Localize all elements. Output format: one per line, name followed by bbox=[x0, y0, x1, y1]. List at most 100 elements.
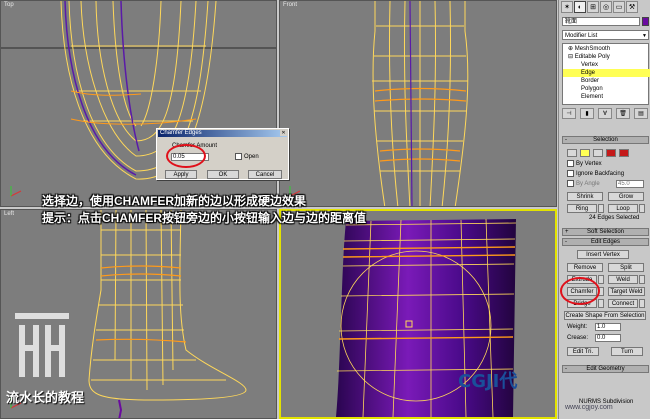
crease-input[interactable]: 0.0 bbox=[595, 334, 621, 342]
stack-item-label: Element bbox=[581, 94, 604, 100]
minus-icon: - bbox=[565, 239, 567, 245]
soft-selection-rollout-header[interactable]: + Soft Selection bbox=[562, 228, 649, 236]
by-angle-checkbox[interactable]: By Angle bbox=[567, 180, 600, 188]
edit-edges-rollout-header[interactable]: - Edit Edges bbox=[562, 238, 649, 246]
close-icon[interactable]: ✕ bbox=[280, 130, 287, 136]
border-mode-icon[interactable] bbox=[593, 149, 603, 157]
cancel-button[interactable]: Cancel bbox=[248, 170, 282, 179]
remove-modifier-icon[interactable]: 🗑 bbox=[616, 108, 630, 119]
checkbox-icon[interactable] bbox=[235, 153, 242, 160]
annotation-line-1: 选择边，使用CHAMFER加新的边以形成硬边效果 bbox=[42, 194, 306, 208]
object-color-swatch[interactable] bbox=[642, 17, 649, 26]
ring-button[interactable]: Ring bbox=[567, 204, 597, 213]
dialog-title: Chamfer Edges bbox=[158, 130, 287, 137]
author-watermark: 流水长的教程 bbox=[6, 390, 85, 405]
checkbox-icon[interactable] bbox=[567, 160, 574, 167]
by-vertex-checkbox[interactable]: By Vertex bbox=[567, 160, 602, 168]
rollout-title: Edit Geometry bbox=[586, 366, 625, 372]
ignore-backfacing-checkbox[interactable]: Ignore Backfacing bbox=[567, 170, 624, 178]
stack-item-label: MeshSmooth bbox=[574, 46, 611, 52]
grow-button[interactable]: Grow bbox=[608, 192, 644, 201]
object-name-field[interactable]: 靴面 bbox=[562, 17, 640, 26]
stack-item-label: Border bbox=[581, 78, 600, 84]
pin-stack-icon[interactable]: ⊣ bbox=[562, 108, 576, 119]
open-label: Open bbox=[244, 154, 259, 161]
rollout-title: Selection bbox=[593, 137, 618, 143]
highlight-circle bbox=[560, 277, 600, 305]
checkbox-icon[interactable] bbox=[567, 170, 574, 177]
edit-tri-button[interactable]: Edit Tri. bbox=[567, 347, 599, 356]
checkbox-label: Ignore Backfacing bbox=[576, 171, 625, 178]
hierarchy-tab-icon[interactable]: ⊞ bbox=[587, 1, 599, 13]
highlight-circle bbox=[166, 144, 206, 168]
command-panel: ✶ ◐ ⊞ ◎ ▭ ⚒ 靴面 Modifier List ▼ ⊕ MeshSmoo… bbox=[558, 0, 650, 419]
author-logo bbox=[15, 313, 69, 377]
weight-label: Weight: bbox=[567, 324, 588, 330]
modifier-stack: ⊕ MeshSmooth ⊟ Editable Poly Vertex Edge… bbox=[562, 43, 650, 105]
checkbox-icon[interactable] bbox=[567, 180, 574, 187]
stack-item-border[interactable]: Border bbox=[563, 77, 650, 85]
weld-settings-button[interactable] bbox=[639, 275, 645, 284]
polygon-mode-icon[interactable] bbox=[606, 149, 616, 157]
create-tab-icon[interactable]: ✶ bbox=[561, 1, 573, 13]
checkbox-label: By Angle bbox=[576, 181, 600, 188]
turn-button[interactable]: Turn bbox=[611, 347, 643, 356]
annotation-line-2: 提示：点击CHAMFER按钮旁边的小按钮输入边与边的距离值 bbox=[42, 211, 366, 225]
edge-mode-icon[interactable] bbox=[580, 149, 590, 157]
extrude-settings-button[interactable] bbox=[598, 275, 604, 284]
create-shape-button[interactable]: Create Shape From Selection bbox=[564, 311, 646, 320]
open-checkbox[interactable]: Open bbox=[235, 153, 259, 161]
weld-button[interactable]: Weld bbox=[608, 275, 638, 284]
stack-item-element[interactable]: Element bbox=[563, 93, 650, 101]
url-watermark: www.cgjoy.com bbox=[565, 404, 613, 411]
brand-watermark: CGJI代 bbox=[458, 371, 518, 392]
selection-rollout-header[interactable]: - Selection bbox=[562, 136, 649, 144]
viewport-label[interactable]: Top bbox=[4, 2, 14, 8]
connect-button[interactable]: Connect bbox=[608, 299, 638, 308]
loop-button[interactable]: Loop bbox=[608, 204, 638, 213]
element-mode-icon[interactable] bbox=[619, 149, 629, 157]
checkbox-label: By Vertex bbox=[576, 161, 602, 168]
utilities-tab-icon[interactable]: ⚒ bbox=[626, 1, 638, 13]
show-end-result-icon[interactable]: ▮ bbox=[580, 108, 594, 119]
connect-settings-button[interactable] bbox=[639, 299, 645, 308]
shrink-button[interactable]: Shrink bbox=[567, 192, 603, 201]
target-weld-button[interactable]: Target Weld bbox=[608, 287, 645, 296]
viewport-front[interactable]: Front bbox=[279, 0, 557, 207]
split-button[interactable]: Split bbox=[608, 263, 644, 272]
stack-item-label: Polygon bbox=[581, 86, 603, 92]
vertex-mode-icon[interactable] bbox=[567, 149, 577, 157]
panel-tabs: ✶ ◐ ⊞ ◎ ▭ ⚒ bbox=[561, 1, 638, 13]
stack-item-label: Edge bbox=[581, 70, 596, 76]
chevron-down-icon[interactable]: ▼ bbox=[642, 31, 647, 41]
stack-item-editable-poly[interactable]: ⊟ Editable Poly bbox=[563, 53, 650, 61]
modifier-list-dropdown[interactable]: Modifier List ▼ bbox=[562, 30, 649, 40]
insert-vertex-button[interactable]: Insert Vertex bbox=[577, 250, 629, 259]
stack-item-label: Vertex bbox=[581, 62, 599, 68]
viewport-label[interactable]: Left bbox=[4, 211, 14, 217]
remove-button[interactable]: Remove bbox=[567, 263, 603, 272]
modifier-list-label: Modifier List bbox=[565, 33, 598, 39]
ring-spinner[interactable] bbox=[598, 204, 604, 213]
apply-button[interactable]: Apply bbox=[165, 170, 197, 179]
configure-sets-icon[interactable]: ▤ bbox=[634, 108, 648, 119]
stack-item-edge[interactable]: Edge bbox=[563, 69, 650, 77]
viewport-label[interactable]: Front bbox=[283, 2, 297, 8]
angle-input[interactable]: 45.0 bbox=[616, 180, 644, 188]
crease-label: Crease: bbox=[567, 335, 589, 341]
weight-input[interactable]: 1.0 bbox=[595, 323, 621, 331]
motion-tab-icon[interactable]: ◎ bbox=[600, 1, 612, 13]
loop-spinner[interactable] bbox=[639, 204, 645, 213]
stack-item-label: Editable Poly bbox=[574, 54, 610, 60]
3dsmax-window: Top Front Left 选择边，使用CHAMFER加新的边以形成硬边效果 … bbox=[0, 0, 650, 419]
stack-item-meshsmooth[interactable]: ⊕ MeshSmooth bbox=[563, 45, 650, 53]
minus-icon: - bbox=[565, 137, 567, 143]
modify-tab-icon[interactable]: ◐ bbox=[574, 1, 586, 13]
display-tab-icon[interactable]: ▭ bbox=[613, 1, 625, 13]
ok-button[interactable]: OK bbox=[207, 170, 239, 179]
bridge-settings-button[interactable] bbox=[598, 299, 604, 308]
stack-item-vertex[interactable]: Vertex bbox=[563, 61, 650, 69]
stack-item-polygon[interactable]: Polygon bbox=[563, 85, 650, 93]
edit-geometry-rollout-header[interactable]: - Edit Geometry bbox=[562, 365, 649, 373]
make-unique-icon[interactable]: ∀ bbox=[598, 108, 612, 119]
